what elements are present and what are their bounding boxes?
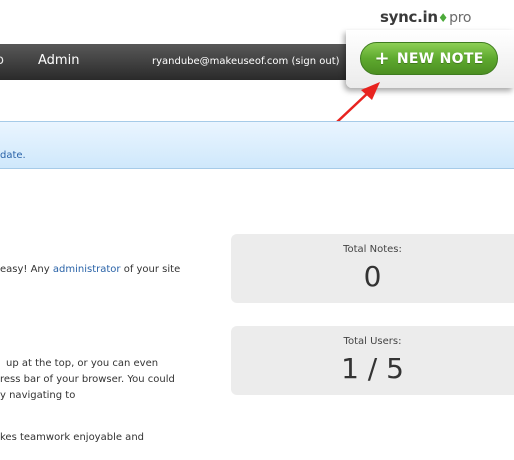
nav-item-partial[interactable]: o [0, 53, 4, 68]
total-users-label: Total Users: [343, 336, 402, 347]
sign-out-link[interactable]: (sign out) [291, 56, 339, 67]
new-note-button[interactable]: + NEW NOTE [360, 42, 498, 75]
content-line-4: y navigating to [0, 390, 76, 401]
brand-logo[interactable]: sync.in♦pro [380, 8, 471, 26]
plus-icon: + [374, 47, 390, 69]
content-line-1-prefix: easy! Any [0, 264, 53, 275]
nav-item-admin[interactable]: Admin [38, 53, 79, 68]
total-users-card: Total Users: 1 / 5 [231, 326, 514, 395]
total-users-value: 1 / 5 [341, 352, 404, 385]
brand-name: sync.in [380, 8, 438, 26]
content-line-2: up at the top, or you can even [6, 358, 159, 369]
notice-text: date. [0, 150, 26, 161]
new-note-label: NEW NOTE [396, 50, 484, 67]
content-line-1-suffix: of your site [120, 264, 181, 275]
content-line-3: ress bar of your browser. You could [0, 374, 175, 385]
total-notes-label: Total Notes: [343, 244, 402, 255]
brand-tier: pro [449, 10, 472, 26]
total-notes-card: Total Notes: 0 [231, 234, 514, 303]
user-email: ryandube@makeuseof.com [152, 56, 289, 67]
logo-mark-icon: ♦ [437, 11, 449, 25]
user-account: ryandube@makeuseof.com (sign out) [152, 56, 340, 67]
administrator-link[interactable]: administrator [53, 264, 121, 275]
total-notes-value: 0 [363, 260, 382, 293]
content-line-5: kes teamwork enjoyable and [0, 432, 144, 443]
notice-banner [0, 121, 514, 169]
content-line-1: easy! Any administrator of your site [0, 263, 180, 277]
